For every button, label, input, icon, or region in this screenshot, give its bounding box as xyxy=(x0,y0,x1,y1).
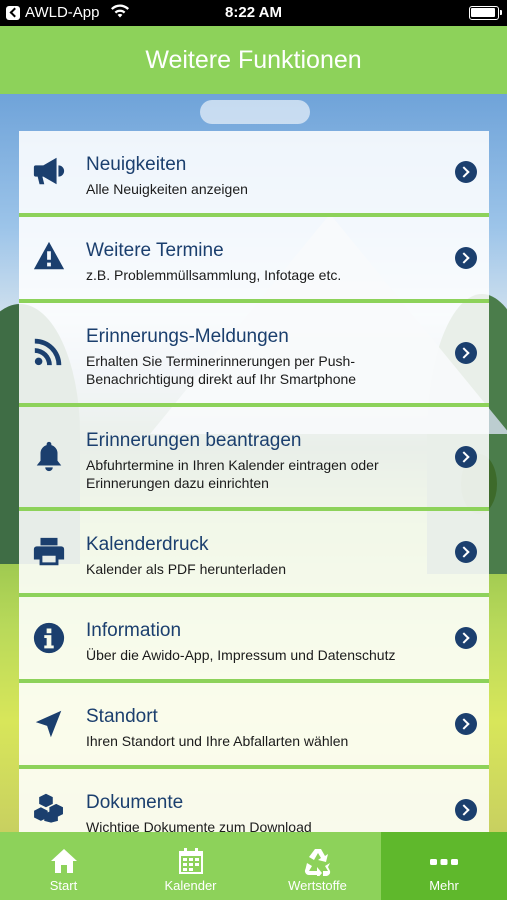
bell-icon xyxy=(31,438,67,474)
rss-icon xyxy=(31,333,67,369)
menu-item-title: Information xyxy=(86,620,182,641)
menu-item-subtitle: Wichtige Dokumente zum Download xyxy=(86,819,312,832)
chevron-right-icon xyxy=(455,799,477,821)
chevron-right-icon xyxy=(455,247,477,269)
chevron-right-icon xyxy=(455,541,477,563)
menu-item-standort[interactable]: Standort Ihren Standort und Ihre Abfalla… xyxy=(19,683,489,769)
menu-item-title: Erinnerungs-Meldungen xyxy=(86,326,289,347)
tab-start[interactable]: Start xyxy=(0,832,127,900)
chevron-right-icon xyxy=(455,446,477,468)
page-title: Weitere Funktionen xyxy=(0,26,507,94)
location-arrow-icon xyxy=(31,706,67,742)
printer-icon xyxy=(31,534,67,570)
cubes-icon xyxy=(31,791,67,827)
menu-item-title: Kalenderdruck xyxy=(86,534,209,555)
menu-item-title: Dokumente xyxy=(86,792,184,813)
tab-label: Start xyxy=(49,878,78,893)
menu-item-information[interactable]: Information Über die Awido-App, Impressu… xyxy=(19,597,489,683)
tab-mehr[interactable]: Mehr xyxy=(381,832,507,900)
chevron-right-icon xyxy=(455,627,477,649)
tab-label: Wertstoffe xyxy=(288,878,347,893)
menu-item-title: Neuigkeiten xyxy=(86,154,187,175)
warning-icon xyxy=(31,238,67,274)
menu-item-subtitle: Abfuhrtermine in Ihren Kalender eintrage… xyxy=(86,457,379,491)
menu-item-subtitle: Alle Neuigkeiten anzeigen xyxy=(86,181,248,197)
menu-item-subtitle: Kalender als PDF herunterladen xyxy=(86,561,287,577)
menu-item-dokumente[interactable]: Dokumente Wichtige Dokumente zum Downloa… xyxy=(19,769,489,832)
tab-bar: Start Kalender Wertstoffe Mehr xyxy=(0,832,507,900)
menu-item-weitere-termine[interactable]: Weitere Termine z.B. Problemmüllsammlung… xyxy=(19,217,489,303)
tab-label: Mehr xyxy=(429,878,459,893)
menu-item-title: Weitere Termine xyxy=(86,240,224,261)
megaphone-icon xyxy=(31,153,67,189)
tab-wertstoffe[interactable]: Wertstoffe xyxy=(254,832,381,900)
menu-item-erinnerungen-beantragen[interactable]: Erinnerungen beantragen Abfuhrtermine in… xyxy=(19,407,489,511)
clock: 8:22 AM xyxy=(225,4,282,21)
menu-list: Neuigkeiten Alle Neuigkeiten anzeigen We… xyxy=(19,131,489,832)
battery-icon xyxy=(469,6,502,20)
menu-item-erinnerungs-meldungen[interactable]: Erinnerungs-Meldungen Erhalten Sie Termi… xyxy=(19,303,489,407)
menu-item-subtitle: Erhalten Sie Terminerinnerungen per Push… xyxy=(86,353,357,387)
home-icon xyxy=(0,846,127,876)
menu-item-subtitle: z.B. Problemmüllsammlung, Infotage etc. xyxy=(86,267,342,283)
status-bar: AWLD-App 8:22 AM xyxy=(0,0,507,26)
tab-kalender[interactable]: Kalender xyxy=(127,832,254,900)
chevron-right-icon xyxy=(455,161,477,183)
menu-item-title: Standort xyxy=(86,706,158,727)
recycle-icon xyxy=(254,846,381,876)
menu-item-subtitle: Über die Awido-App, Impressum und Datens… xyxy=(86,647,396,663)
tab-label: Kalender xyxy=(164,878,217,893)
chevron-right-icon xyxy=(455,713,477,735)
menu-item-neuigkeiten[interactable]: Neuigkeiten Alle Neuigkeiten anzeigen xyxy=(19,131,489,217)
more-dots-icon xyxy=(381,846,507,876)
chevron-right-icon xyxy=(455,342,477,364)
info-icon xyxy=(31,620,67,656)
menu-item-kalenderdruck[interactable]: Kalenderdruck Kalender als PDF herunterl… xyxy=(19,511,489,597)
menu-item-subtitle: Ihren Standort und Ihre Abfallarten wähl… xyxy=(86,733,349,749)
menu-item-title: Erinnerungen beantragen xyxy=(86,430,302,451)
calendar-icon xyxy=(127,846,254,876)
